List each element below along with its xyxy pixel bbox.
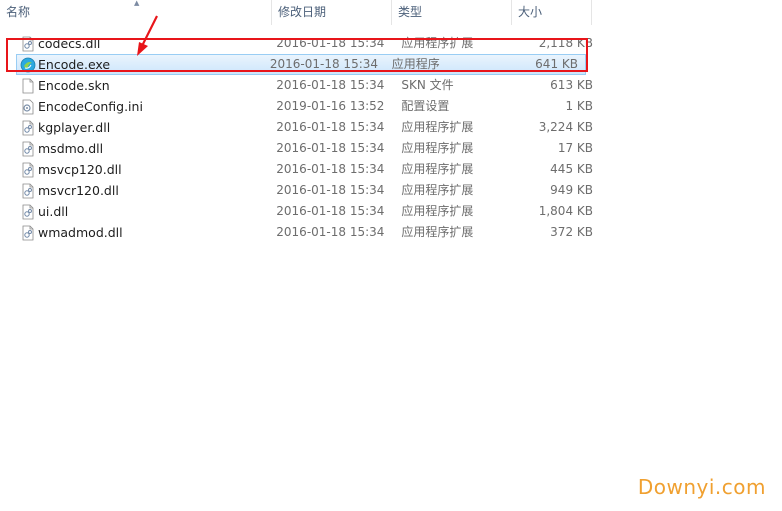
column-header-type-label: 类型 (398, 5, 423, 19)
file-name: kgplayer.dll (38, 120, 111, 135)
file-type: 应用程序扩展 (401, 36, 474, 50)
file-row[interactable]: kgplayer.dll 2016-01-18 15:34 应用程序扩展 3,224 … (0, 117, 600, 138)
column-header-type[interactable]: 类型 (392, 0, 512, 25)
ini-icon (20, 99, 36, 115)
file-type: 配置设置 (401, 99, 450, 113)
file-row[interactable]: wmadmod.dll 2016-01-18 15:34 应用程序扩展 372 KB (0, 222, 600, 243)
file-date: 2016-01-18 15:34 (276, 120, 385, 134)
dll-icon (20, 162, 36, 178)
file-type: 应用程序扩展 (401, 141, 474, 155)
column-header-size-label: 大小 (518, 5, 543, 19)
dll-icon (20, 120, 36, 136)
file-name: ui.dll (38, 204, 69, 219)
file-date: 2016-01-18 15:34 (276, 204, 385, 218)
file-row[interactable]: msvcr120.dll 2016-01-18 15:34 应用程序扩展 949 KB (0, 180, 600, 201)
file-date: 2019-01-16 13:52 (276, 99, 385, 113)
column-header-size[interactable]: 大小 (512, 0, 592, 25)
file-row[interactable]: Encode.skn 2016-01-18 15:34 SKN 文件 613 KB (0, 75, 600, 96)
watermark-logo: Downyi.com (637, 475, 766, 499)
sort-arrow-icon: ▲ (134, 0, 140, 7)
column-header-bar: ▲ 名称 修改日期 类型 大小 (0, 0, 592, 25)
column-header-name-label: 名称 (6, 5, 31, 19)
file-row[interactable]: msvcp120.dll 2016-01-18 15:34 应用程序扩展 445 KB (0, 159, 600, 180)
file-date: 2016-01-18 15:34 (276, 225, 385, 239)
file-name: EncodeConfig.ini (38, 99, 143, 114)
file-name: Encode.skn (38, 78, 110, 93)
file-type: 应用程序扩展 (401, 225, 474, 239)
file-name: msvcr120.dll (38, 183, 119, 198)
file-size: 949 KB (550, 183, 593, 197)
file-size: 641 KB (535, 57, 578, 71)
file-row[interactable]: msdmo.dll 2016-01-18 15:34 应用程序扩展 17 KB (0, 138, 600, 159)
file-row[interactable]: codecs.dll 2016-01-18 15:34 应用程序扩展 2,118 KB (0, 33, 600, 54)
file-date: 2016-01-18 15:34 (276, 36, 385, 50)
column-header-date-label: 修改日期 (278, 5, 327, 19)
file-name: msvcp120.dll (38, 162, 122, 177)
column-header-name[interactable]: ▲ 名称 (0, 0, 272, 25)
file-row[interactable]: ui.dll 2016-01-18 15:34 应用程序扩展 1,804 KB (0, 201, 600, 222)
file-name: Encode.exe (38, 57, 111, 72)
file-type: 应用程序 (391, 57, 440, 71)
dll-icon (20, 225, 36, 241)
column-header-date[interactable]: 修改日期 (272, 0, 392, 25)
file-size: 1,804 KB (538, 204, 593, 218)
dll-icon (20, 141, 36, 157)
exe-icon (20, 57, 36, 73)
file-size: 372 KB (550, 225, 593, 239)
file-name: wmadmod.dll (38, 225, 123, 240)
file-date: 2016-01-18 15:34 (276, 162, 385, 176)
file-date: 2016-01-18 15:34 (276, 183, 385, 197)
file-name: codecs.dll (38, 36, 101, 51)
file-type: 应用程序扩展 (401, 162, 474, 176)
blank-file-icon (20, 78, 36, 94)
dll-icon (20, 204, 36, 220)
file-size: 2,118 KB (538, 36, 593, 50)
file-date: 2016-01-18 15:34 (276, 78, 385, 92)
file-size: 445 KB (550, 162, 593, 176)
file-size: 613 KB (550, 78, 593, 92)
file-type: SKN 文件 (401, 78, 454, 92)
file-row[interactable]: Encode.exe 2016-01-18 15:34 应用程序 641 KB (16, 54, 586, 75)
file-row[interactable]: EncodeConfig.ini 2019-01-16 13:52 配置设置 1 KB (0, 96, 600, 117)
file-type: 应用程序扩展 (401, 183, 474, 197)
file-date: 2016-01-18 15:34 (269, 57, 379, 71)
file-list: codecs.dll 2016-01-18 15:34 应用程序扩展 2,118 KB… (0, 33, 600, 243)
file-type: 应用程序扩展 (401, 204, 474, 218)
file-type: 应用程序扩展 (401, 120, 474, 134)
file-size: 1 KB (565, 99, 593, 113)
file-size: 3,224 KB (538, 120, 593, 134)
file-name: msdmo.dll (38, 141, 104, 156)
file-size: 17 KB (557, 141, 593, 155)
file-explorer-view: ▲ 名称 修改日期 类型 大小 codecs.dll 2016-01-18 15:… (0, 0, 782, 511)
file-date: 2016-01-18 15:34 (276, 141, 385, 155)
dll-icon (20, 36, 36, 52)
dll-icon (20, 183, 36, 199)
